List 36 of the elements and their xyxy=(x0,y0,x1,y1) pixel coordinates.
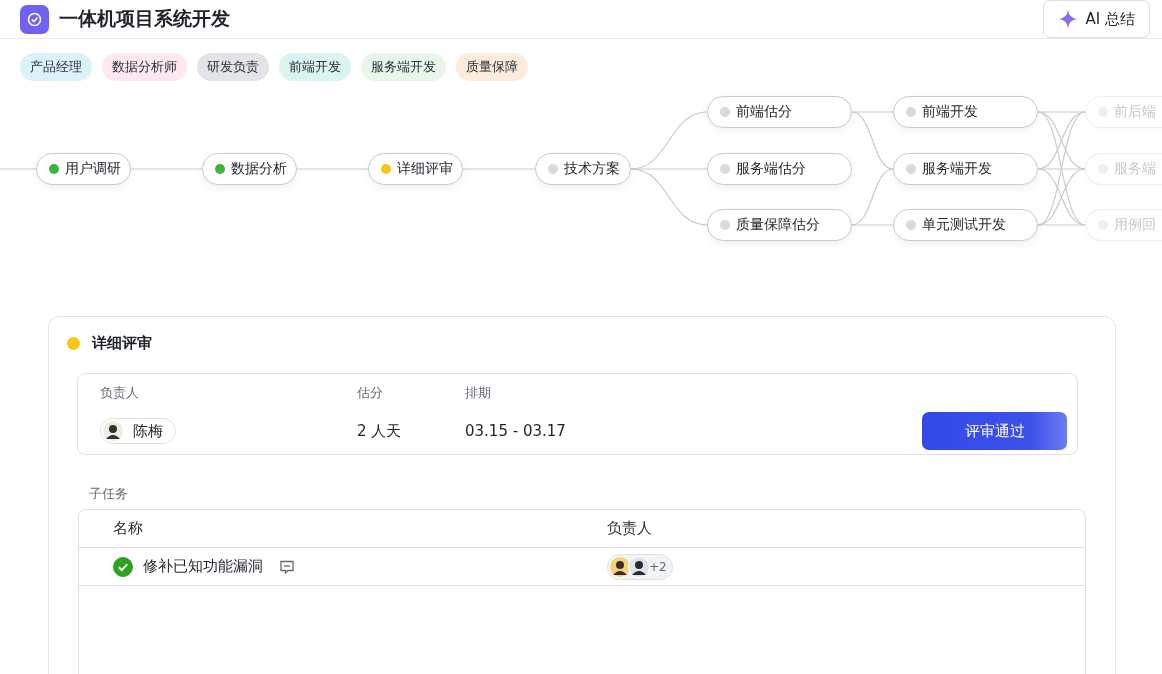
ai-summary-button[interactable]: AI 总结 xyxy=(1042,0,1150,38)
column-header: 负责人 xyxy=(607,519,653,538)
flow-node[interactable]: 服务端开发 xyxy=(893,153,1038,185)
estimate-value: 2 人天 xyxy=(357,421,403,441)
avatar-icon xyxy=(628,555,650,578)
role-tag: 服务端开发 xyxy=(361,53,446,81)
column-label: 排期 xyxy=(465,384,492,402)
role-tag: 质量保障 xyxy=(456,53,528,81)
role-tag: 产品经理 xyxy=(20,53,92,81)
flow-node[interactable]: 单元测试开发 xyxy=(893,209,1038,241)
avatar-icon xyxy=(609,555,631,578)
comment-icon[interactable] xyxy=(279,558,295,575)
subtask-name[interactable]: 修补已知功能漏洞 xyxy=(143,557,263,576)
assignee-group[interactable]: +2 xyxy=(607,553,673,580)
subtasks-label: 子任务 xyxy=(89,485,129,503)
flow-node[interactable]: 质量保障估分 xyxy=(707,209,852,241)
column-label: 估分 xyxy=(357,384,384,402)
schedule-value: 03.15 - 03.17 xyxy=(465,422,567,440)
role-tag: 研发负责 xyxy=(197,53,269,81)
flow-node[interactable]: 详细评审 xyxy=(368,153,463,185)
detail-title: 详细评审 xyxy=(92,334,152,353)
project-title: 一体机项目系统开发 xyxy=(59,6,231,31)
flow-node[interactable]: 技术方案 xyxy=(535,153,631,185)
avatar-icon xyxy=(102,420,124,442)
flow-node[interactable]: 用户调研 xyxy=(36,153,131,185)
more-count: +2 xyxy=(648,559,668,574)
column-label: 负责人 xyxy=(100,384,140,402)
app-logo-icon xyxy=(20,4,49,34)
role-tag: 前端开发 xyxy=(279,53,351,81)
flow-node[interactable]: 数据分析 xyxy=(202,153,297,185)
column-header: 名称 xyxy=(113,519,144,538)
approve-button[interactable]: 评审通过 xyxy=(922,412,1067,450)
flow-node[interactable]: 服务端估分 xyxy=(707,153,852,185)
role-tag: 数据分析师 xyxy=(102,53,187,81)
flow-node[interactable]: 前端开发 xyxy=(893,96,1038,128)
flow-node[interactable]: 前端估分 xyxy=(707,96,852,128)
